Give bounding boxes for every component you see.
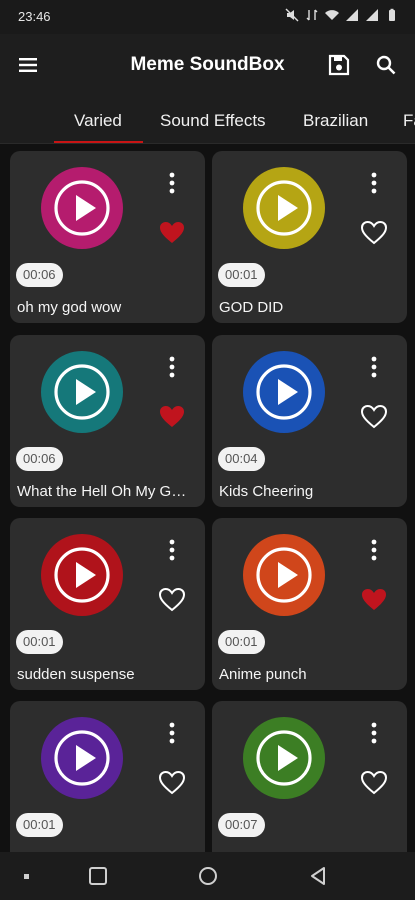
tab-sound-effects[interactable]: Sound Effects <box>160 111 266 131</box>
app-title: Meme SoundBox <box>130 54 285 75</box>
duration-badge: 00:06 <box>16 263 63 287</box>
app-bar: Meme SoundBox <box>0 34 415 96</box>
more-options-icon[interactable] <box>162 721 182 745</box>
sound-card[interactable]: 00:01 GOD DID <box>212 151 407 323</box>
play-icon <box>243 534 325 616</box>
tab-brazilian[interactable]: Brazilian <box>303 111 368 131</box>
duration-badge: 00:07 <box>218 813 265 837</box>
more-options-icon[interactable] <box>162 538 182 562</box>
play-icon <box>41 534 123 616</box>
sound-name: sudden suspense <box>17 666 135 683</box>
favorite-outline-icon[interactable] <box>360 403 388 431</box>
menu-dot-icon[interactable] <box>14 864 38 888</box>
sound-grid: 00:06 oh my god wow 00:01 GOD DID 00:06 What … <box>0 144 415 852</box>
signal-2-icon <box>366 9 378 21</box>
duration-badge: 00:01 <box>16 813 63 837</box>
navigation-bar <box>0 852 415 900</box>
play-icon <box>41 351 123 433</box>
tab-varied[interactable]: Varied <box>74 111 122 131</box>
duration-badge: 00:01 <box>16 630 63 654</box>
play-icon <box>243 351 325 433</box>
play-button[interactable] <box>41 534 123 616</box>
play-button[interactable] <box>243 534 325 616</box>
search-icon[interactable] <box>373 52 399 78</box>
category-tabs: Varied Sound Effects Brazilian Fa <box>0 96 415 144</box>
play-button[interactable] <box>41 717 123 799</box>
tab-fa[interactable]: Fa <box>403 111 415 131</box>
sound-name: Anime punch <box>219 666 307 683</box>
more-options-icon[interactable] <box>364 171 384 195</box>
favorite-outline-icon[interactable] <box>158 769 186 797</box>
sound-card[interactable]: 00:01 sudden suspense <box>10 518 205 690</box>
battery-icon <box>389 8 395 21</box>
sound-card[interactable]: 00:06 oh my god wow <box>10 151 205 323</box>
save-icon[interactable] <box>326 52 352 78</box>
more-options-icon[interactable] <box>364 355 384 379</box>
more-options-icon[interactable] <box>364 538 384 562</box>
sound-card[interactable]: 00:04 Kids Cheering <box>212 335 407 507</box>
recents-icon[interactable] <box>86 864 110 888</box>
duration-badge: 00:01 <box>218 263 265 287</box>
favorite-filled-icon[interactable] <box>158 219 186 247</box>
status-bar: 23:46 <box>0 0 415 34</box>
sound-name: What the Hell Oh My G… <box>17 483 187 500</box>
play-button[interactable] <box>243 167 325 249</box>
duration-badge: 00:06 <box>16 447 63 471</box>
more-options-icon[interactable] <box>364 721 384 745</box>
more-options-icon[interactable] <box>162 171 182 195</box>
play-icon <box>243 717 325 799</box>
play-button[interactable] <box>41 351 123 433</box>
play-button[interactable] <box>243 351 325 433</box>
sound-card[interactable]: 00:06 What the Hell Oh My G… <box>10 335 205 507</box>
favorite-outline-icon[interactable] <box>360 769 388 797</box>
sound-name: GOD DID <box>219 299 284 316</box>
favorite-outline-icon[interactable] <box>360 219 388 247</box>
wifi-icon <box>325 10 339 20</box>
favorite-outline-icon[interactable] <box>158 586 186 614</box>
status-time: 23:46 <box>18 9 51 24</box>
data-icon <box>306 9 318 21</box>
signal-icon <box>346 9 358 21</box>
home-icon[interactable] <box>196 864 220 888</box>
sound-card[interactable]: 00:01 Anime punch <box>212 518 407 690</box>
play-icon <box>41 717 123 799</box>
more-options-icon[interactable] <box>162 355 182 379</box>
status-icons <box>285 8 399 22</box>
sound-card[interactable]: 00:01 <box>10 701 205 852</box>
duration-badge: 00:04 <box>218 447 265 471</box>
back-icon[interactable] <box>306 864 330 888</box>
sound-name: oh my god wow <box>17 299 122 316</box>
play-icon <box>41 167 123 249</box>
play-button[interactable] <box>41 167 123 249</box>
sound-name: Kids Cheering <box>219 483 314 500</box>
duration-badge: 00:01 <box>218 630 265 654</box>
sound-card[interactable]: 00:07 <box>212 701 407 852</box>
play-button[interactable] <box>243 717 325 799</box>
favorite-filled-icon[interactable] <box>360 586 388 614</box>
favorite-filled-icon[interactable] <box>158 403 186 431</box>
play-icon <box>243 167 325 249</box>
mute-icon <box>285 8 299 22</box>
